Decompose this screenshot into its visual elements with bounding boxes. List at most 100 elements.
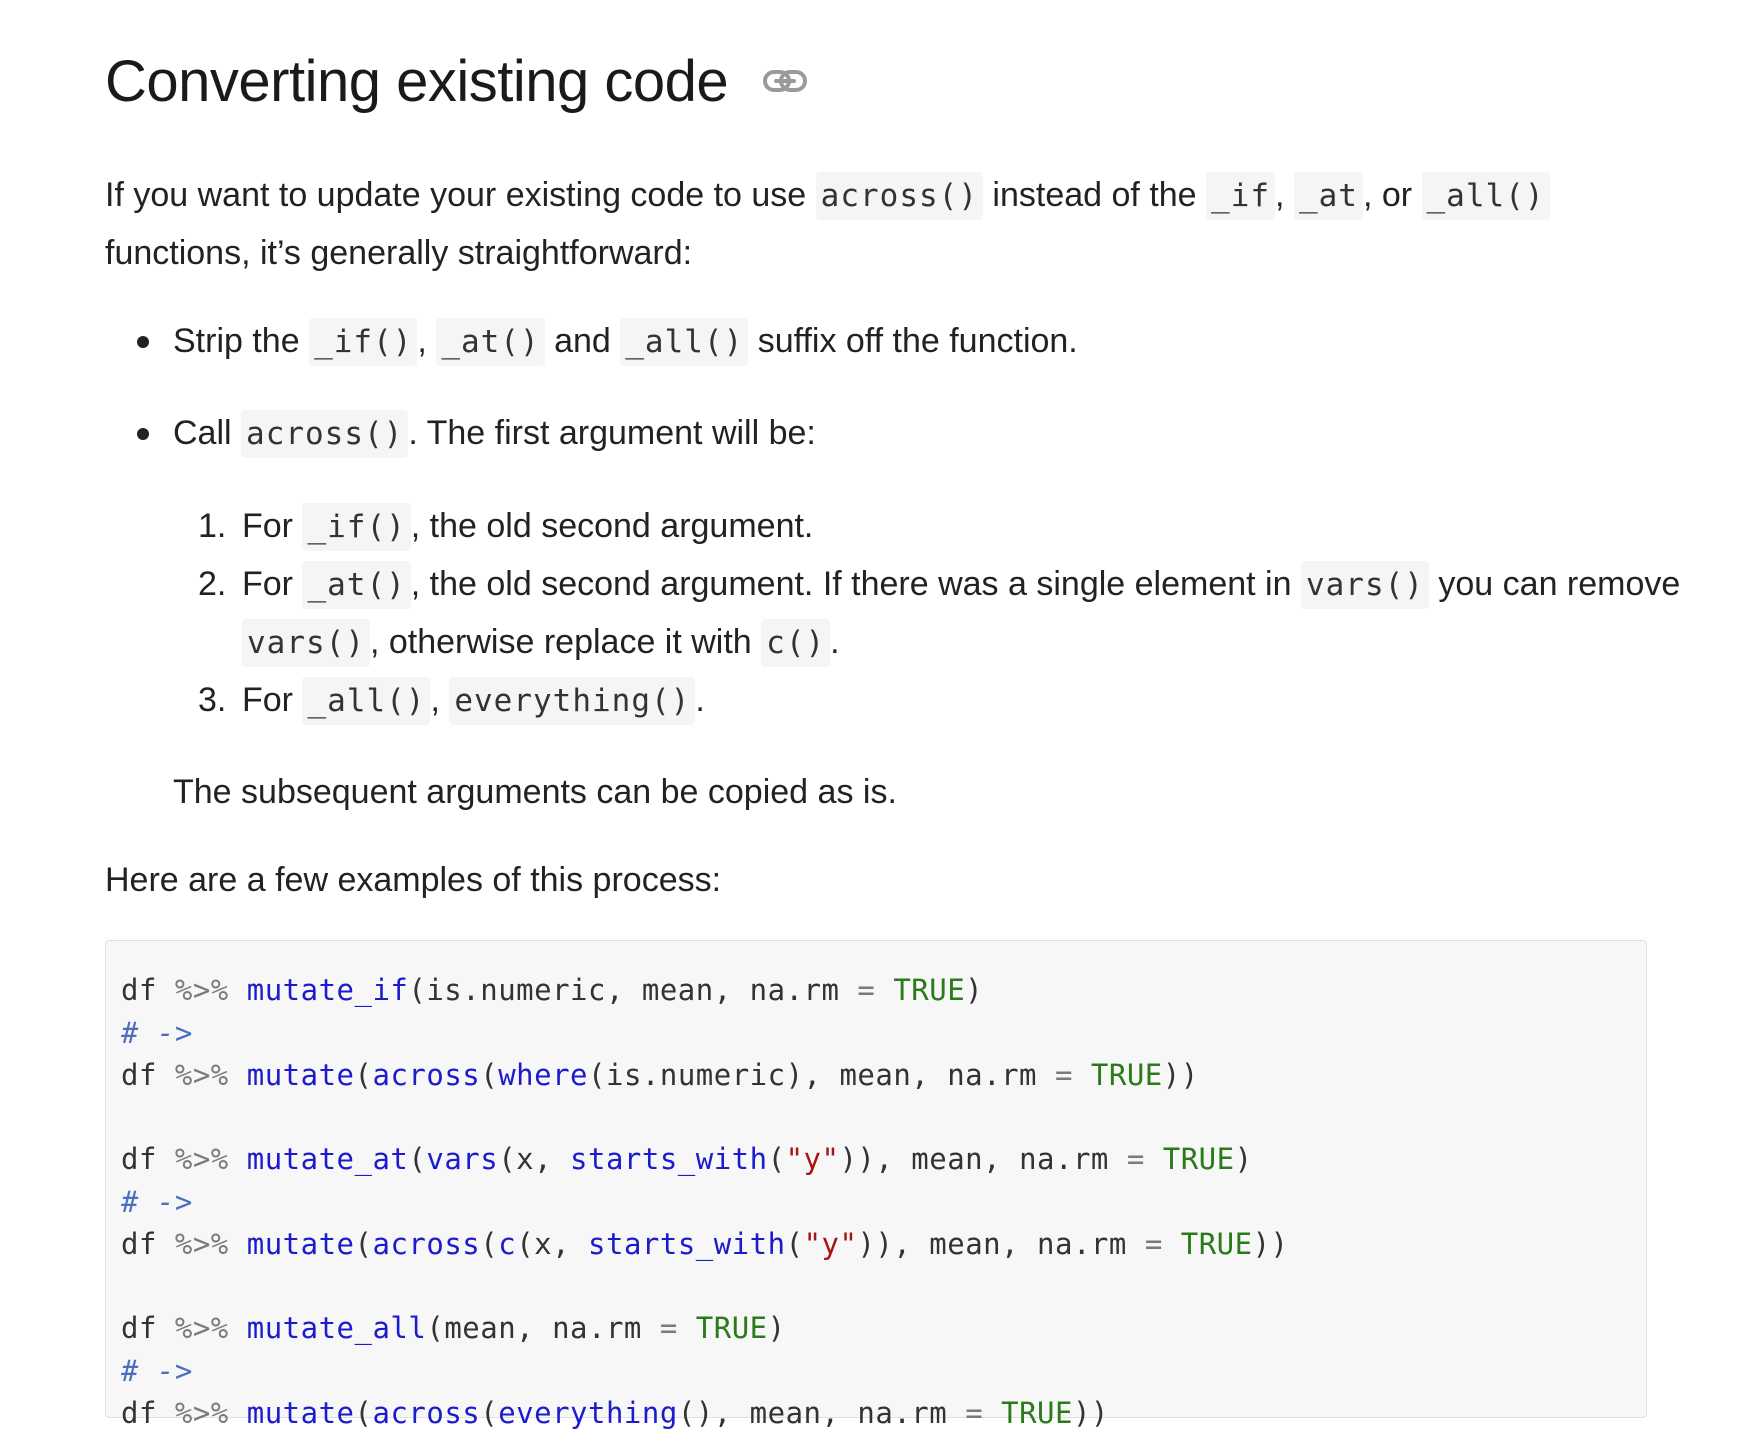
intro-line-2: functions, it’s generally straightforwar… xyxy=(105,234,693,272)
code-operator: %>% xyxy=(174,1058,229,1092)
list-number: 1. xyxy=(198,507,227,545)
article-section: Converting existing code If you want to … xyxy=(0,0,1738,1448)
code-token: )), mean, na.rm xyxy=(839,1142,1127,1176)
code-at-fn: _at() xyxy=(436,318,545,366)
code-token: ( xyxy=(354,1058,373,1092)
code-across: across() xyxy=(815,172,983,220)
ordered-item-3: For _all(), everything(). xyxy=(242,671,705,730)
code-token: ) xyxy=(767,1311,786,1345)
code-token: ( xyxy=(480,1058,499,1092)
code-token: df xyxy=(121,1227,175,1261)
bullet-text: suffix off the function. xyxy=(748,322,1078,360)
code-token: df xyxy=(121,1311,175,1345)
code-function: mutate xyxy=(246,1396,355,1430)
code-function: mutate xyxy=(246,1227,355,1261)
bullet-item-strip: Strip the _if(), _at() and _all() suffix… xyxy=(173,312,1078,371)
code-token: df xyxy=(121,973,175,1007)
ordered-item-1: For _if(), the old second argument. xyxy=(242,497,813,556)
item-text: , xyxy=(430,681,450,719)
code-token: (), mean, na.rm xyxy=(677,1396,966,1430)
item-text: . xyxy=(695,681,705,719)
code-c: c() xyxy=(761,619,831,667)
code-token: df xyxy=(121,1142,175,1176)
code-token: ( xyxy=(480,1227,499,1261)
item-text: For xyxy=(242,681,303,719)
code-line: df %>% mutate_at(vars(x, starts_with("y"… xyxy=(121,1138,1253,1180)
code-comment: # -> xyxy=(121,1016,193,1050)
code-function: starts_with xyxy=(570,1142,768,1176)
intro-line-1: If you want to update your existing code… xyxy=(105,166,1550,225)
code-token: (is.numeric, mean, na.rm xyxy=(408,973,858,1007)
code-comment: # -> xyxy=(121,1185,193,1219)
code-operator: = xyxy=(659,1311,678,1345)
code-function: across xyxy=(372,1058,481,1092)
code-token: (mean, na.rm xyxy=(426,1311,660,1345)
bullet-item-call: Call across(). The first argument will b… xyxy=(173,404,816,463)
code-literal: TRUE xyxy=(893,973,966,1007)
code-string: "y" xyxy=(785,1142,840,1176)
code-operator: %>% xyxy=(174,1142,229,1176)
code-all: _all() xyxy=(1421,172,1550,220)
code-token: ( xyxy=(408,1142,427,1176)
code-function: mutate_all xyxy=(246,1311,427,1345)
code-operator: = xyxy=(1144,1227,1163,1261)
code-operator: = xyxy=(1126,1142,1145,1176)
item-text: , the old second argument. If there was … xyxy=(410,565,1301,603)
code-token: ( xyxy=(767,1142,786,1176)
code-function: vars xyxy=(426,1142,499,1176)
code-comment: # -> xyxy=(121,1354,193,1388)
code-token: )), mean, na.rm xyxy=(857,1227,1145,1261)
code-line: df %>% mutate_if(is.numeric, mean, na.rm… xyxy=(121,969,983,1011)
code-vars: vars() xyxy=(1300,561,1429,609)
code-token: ( xyxy=(354,1227,373,1261)
link-icon[interactable] xyxy=(762,64,808,100)
code-string: "y" xyxy=(803,1227,858,1261)
bullet-marker xyxy=(137,428,149,440)
code-operator: = xyxy=(965,1396,984,1430)
item-text: For xyxy=(242,565,303,603)
code-operator: %>% xyxy=(174,1227,229,1261)
code-token: )) xyxy=(1162,1058,1199,1092)
code-token: (x, xyxy=(516,1227,589,1261)
code-at: _at xyxy=(1293,172,1363,220)
intro-text: , xyxy=(1275,176,1294,214)
code-function: across xyxy=(372,1396,481,1430)
code-operator: %>% xyxy=(174,1396,229,1430)
code-operator: %>% xyxy=(174,1311,229,1345)
subsequent-text: The subsequent arguments can be copied a… xyxy=(173,773,897,811)
code-block[interactable]: df %>% mutate_if(is.numeric, mean, na.rm… xyxy=(105,940,1647,1430)
code-token: ) xyxy=(1234,1142,1253,1176)
code-token: ( xyxy=(354,1396,373,1430)
code-all-fn: _all() xyxy=(620,318,749,366)
item-text: you can remove xyxy=(1428,565,1681,603)
code-token: )) xyxy=(1252,1227,1289,1261)
code-token: (is.numeric), mean, na.rm xyxy=(588,1058,1055,1092)
code-across: across() xyxy=(241,410,409,458)
code-literal: TRUE xyxy=(1180,1227,1253,1261)
code-literal: TRUE xyxy=(695,1311,768,1345)
code-token: ) xyxy=(965,973,984,1007)
code-function: c xyxy=(498,1227,517,1261)
code-line: df %>% mutate(across(c(x, starts_with("y… xyxy=(121,1223,1289,1265)
code-literal: TRUE xyxy=(1090,1058,1163,1092)
code-line: df %>% mutate_all(mean, na.rm = TRUE) xyxy=(121,1307,786,1349)
code-if: _if xyxy=(1206,172,1276,220)
code-if-fn: _if() xyxy=(309,318,418,366)
examples-intro: Here are a few examples of this process: xyxy=(105,861,722,899)
code-token: (x, xyxy=(498,1142,571,1176)
code-literal: TRUE xyxy=(1162,1142,1235,1176)
code-all-fn: _all() xyxy=(302,677,431,725)
code-function: starts_with xyxy=(588,1227,786,1261)
code-operator: = xyxy=(1054,1058,1073,1092)
section-heading: Converting existing code xyxy=(105,49,729,114)
code-vars: vars() xyxy=(242,619,370,667)
code-function: mutate_at xyxy=(246,1142,409,1176)
code-function: across xyxy=(372,1227,481,1261)
code-line: df %>% mutate(across(where(is.numeric), … xyxy=(121,1054,1199,1096)
